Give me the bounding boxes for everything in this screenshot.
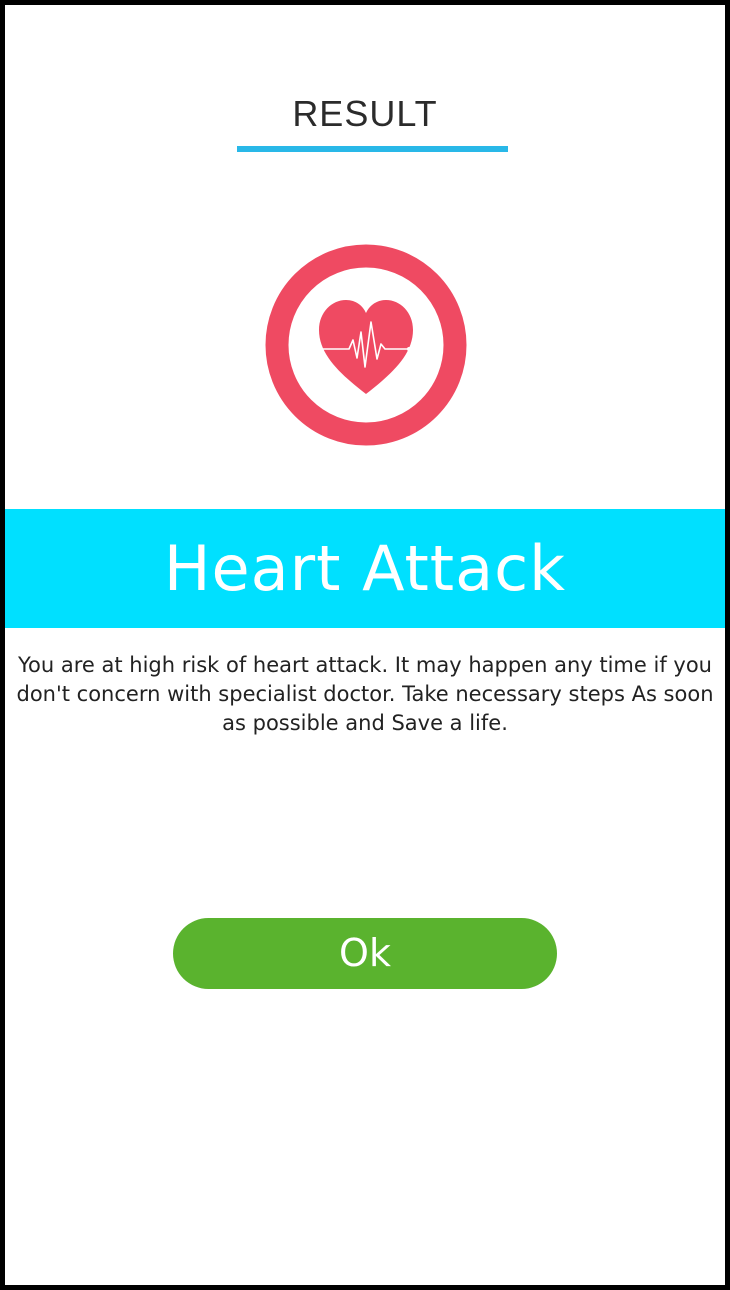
result-message: You are at high risk of heart attack. It…	[16, 653, 714, 735]
page-title: RESULT	[292, 93, 438, 134]
result-screen: RESULT Heart Attack You are at high risk…	[5, 5, 725, 1285]
heart-pulse-icon	[265, 244, 467, 446]
result-banner: Heart Attack	[5, 509, 725, 628]
result-label: Heart Attack	[163, 532, 567, 605]
ok-button[interactable]: Ok	[173, 918, 557, 989]
title-underline	[237, 146, 508, 152]
